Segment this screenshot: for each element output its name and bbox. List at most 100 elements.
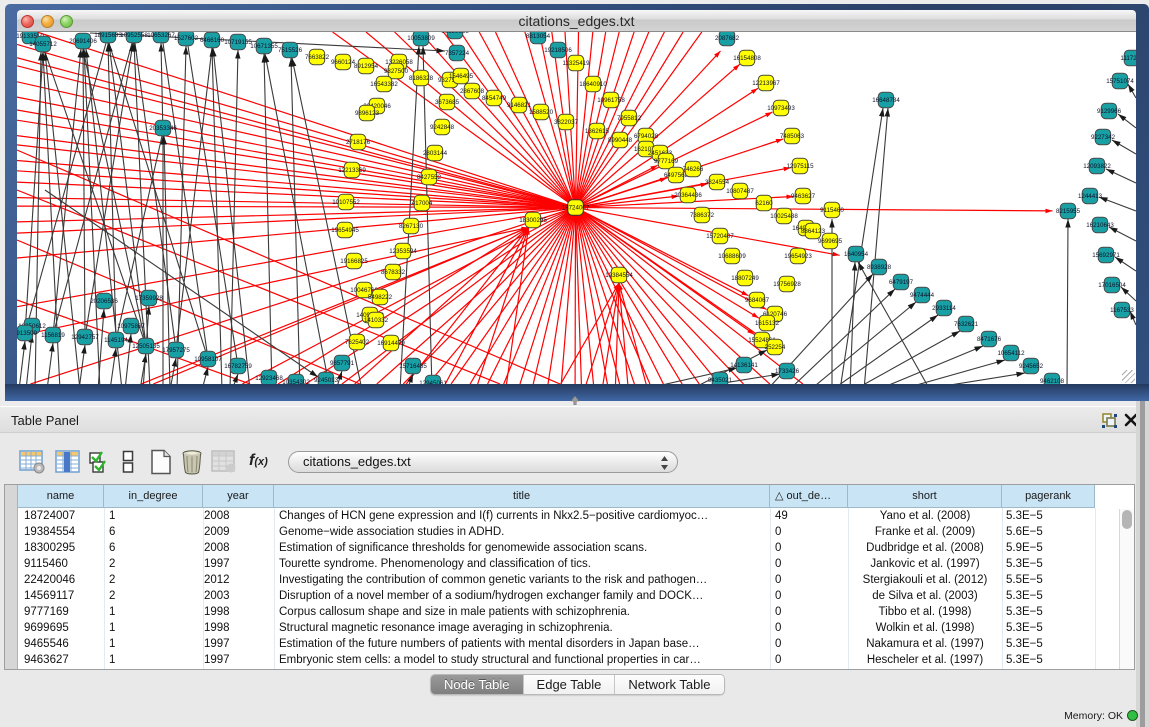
svg-text:7663822: 7663822 xyxy=(305,54,330,61)
svg-text:16914479: 16914479 xyxy=(377,340,405,347)
svg-text:16782759: 16782759 xyxy=(224,363,252,370)
svg-text:9115460: 9115460 xyxy=(820,207,844,214)
svg-text:2933114: 2933114 xyxy=(932,305,956,312)
svg-text:9146821: 9146821 xyxy=(507,102,532,109)
svg-text:14136141: 14136141 xyxy=(730,362,758,369)
svg-text:2718176: 2718176 xyxy=(346,139,371,146)
svg-text:10688609: 10688609 xyxy=(718,253,746,260)
svg-text:10973493: 10973493 xyxy=(767,105,795,112)
svg-text:9660124: 9660124 xyxy=(331,59,356,66)
svg-text:19166825: 19166825 xyxy=(340,258,368,265)
svg-text:20364436: 20364436 xyxy=(674,192,702,199)
svg-text:9327500: 9327500 xyxy=(384,68,409,75)
svg-text:12213369: 12213369 xyxy=(338,167,366,174)
svg-text:1733426: 1733426 xyxy=(775,368,800,375)
svg-text:7632621: 7632621 xyxy=(954,321,979,328)
svg-text:12505135: 12505135 xyxy=(132,343,160,350)
svg-text:11325419: 11325419 xyxy=(562,60,590,67)
svg-text:6466160: 6466160 xyxy=(200,37,225,44)
svg-text:7357224: 7357224 xyxy=(445,50,470,57)
svg-text:9245652: 9245652 xyxy=(1019,363,1044,370)
svg-text:10354302: 10354302 xyxy=(282,379,310,384)
svg-text:10107552: 10107552 xyxy=(332,199,360,206)
svg-text:3913509: 3913509 xyxy=(17,330,38,337)
svg-text:9245013: 9245013 xyxy=(314,377,339,384)
svg-text:10975867: 10975867 xyxy=(117,323,145,330)
svg-text:10719155: 10719155 xyxy=(224,39,252,46)
svg-text:2087682: 2087682 xyxy=(715,35,740,42)
svg-text:14055712: 14055712 xyxy=(29,41,57,48)
svg-text:19384554: 19384554 xyxy=(605,272,633,279)
svg-text:1362615: 1362615 xyxy=(585,128,610,135)
svg-text:10654112: 10654112 xyxy=(997,350,1025,357)
svg-text:9435021: 9435021 xyxy=(708,377,733,384)
svg-text:9474444: 9474444 xyxy=(910,292,935,299)
svg-text:8912954: 8912954 xyxy=(354,63,379,70)
svg-text:16648784: 16648784 xyxy=(872,97,900,104)
svg-text:1156819: 1156819 xyxy=(41,332,65,339)
svg-text:5498222: 5498222 xyxy=(368,294,393,301)
svg-text:15716485: 15716485 xyxy=(399,363,427,370)
svg-text:12975115: 12975115 xyxy=(786,163,814,170)
svg-text:16543382: 16543382 xyxy=(370,81,398,88)
svg-text:1640954: 1640954 xyxy=(844,251,869,258)
svg-text:9857791: 9857791 xyxy=(330,360,355,367)
svg-text:18640910: 18640910 xyxy=(579,81,607,88)
svg-text:8864123: 8864123 xyxy=(801,228,826,235)
svg-text:9896123: 9896123 xyxy=(355,110,380,117)
svg-text:2803144: 2803144 xyxy=(423,150,448,157)
svg-text:10952558: 10952558 xyxy=(120,32,148,39)
svg-text:6794028: 6794028 xyxy=(634,133,659,140)
svg-text:8678332: 8678332 xyxy=(381,269,406,276)
svg-text:7625402: 7625402 xyxy=(345,339,370,346)
svg-text:9684067: 9684067 xyxy=(745,297,770,304)
svg-text:12213967: 12213967 xyxy=(752,80,780,87)
svg-text:8454749: 8454749 xyxy=(482,95,507,102)
svg-text:1546495: 1546495 xyxy=(449,73,474,80)
svg-text:12945061: 12945061 xyxy=(419,380,447,384)
svg-text:20691406: 20691406 xyxy=(69,38,97,45)
svg-text:19218506: 19218506 xyxy=(544,47,572,54)
svg-text:9699695: 9699695 xyxy=(818,238,843,245)
svg-text:15692971: 15692971 xyxy=(1092,252,1120,259)
svg-text:18300295: 18300295 xyxy=(519,217,547,224)
svg-text:10025488: 10025488 xyxy=(770,213,798,220)
svg-text:16154808: 16154808 xyxy=(733,55,761,62)
svg-text:1244413: 1244413 xyxy=(1078,193,1103,200)
svg-text:8990448: 8990448 xyxy=(608,137,633,144)
svg-text:9129966: 9129966 xyxy=(1097,108,1122,115)
svg-text:9227342: 9227342 xyxy=(1091,134,1116,141)
svg-text:3822037: 3822037 xyxy=(554,119,579,126)
svg-text:9777169: 9777169 xyxy=(654,158,679,165)
svg-text:1145194: 1145194 xyxy=(104,337,128,344)
svg-text:9463627: 9463627 xyxy=(791,193,816,200)
svg-text:20206536: 20206536 xyxy=(90,298,118,305)
svg-text:17016504: 17016504 xyxy=(1098,282,1126,289)
svg-text:1117297: 1117297 xyxy=(1120,55,1136,62)
svg-text:10961758: 10961758 xyxy=(597,97,625,104)
svg-text:18807249: 18807249 xyxy=(731,275,759,282)
svg-text:12353594: 12353594 xyxy=(389,248,417,255)
svg-text:62160: 62160 xyxy=(755,200,773,207)
svg-text:18915683: 18915683 xyxy=(94,32,122,39)
svg-text:417004: 417004 xyxy=(412,200,433,207)
svg-text:18724007: 18724007 xyxy=(562,205,590,212)
svg-text:17957275: 17957275 xyxy=(162,347,190,354)
svg-text:12923468: 12923468 xyxy=(255,375,283,382)
svg-text:7955812: 7955812 xyxy=(617,115,642,122)
svg-text:15751074: 15751074 xyxy=(1106,78,1134,85)
svg-text:10671355: 10671355 xyxy=(250,43,278,50)
svg-text:10958107: 10958107 xyxy=(194,356,222,363)
svg-text:10653267: 10653267 xyxy=(147,32,175,39)
svg-text:8215955: 8215955 xyxy=(1056,208,1081,215)
svg-text:1527602: 1527602 xyxy=(174,35,199,42)
svg-text:252254: 252254 xyxy=(765,344,786,351)
svg-text:19756928: 19756928 xyxy=(773,281,801,288)
svg-text:7386372: 7386372 xyxy=(690,212,715,219)
svg-text:10807487: 10807487 xyxy=(726,188,754,195)
svg-text:1588520: 1588520 xyxy=(529,109,554,116)
svg-text:17359928: 17359928 xyxy=(135,295,163,302)
svg-text:19654923: 19654923 xyxy=(784,253,812,260)
svg-text:8186328: 8186328 xyxy=(409,75,434,82)
svg-text:1410332: 1410332 xyxy=(364,317,389,324)
